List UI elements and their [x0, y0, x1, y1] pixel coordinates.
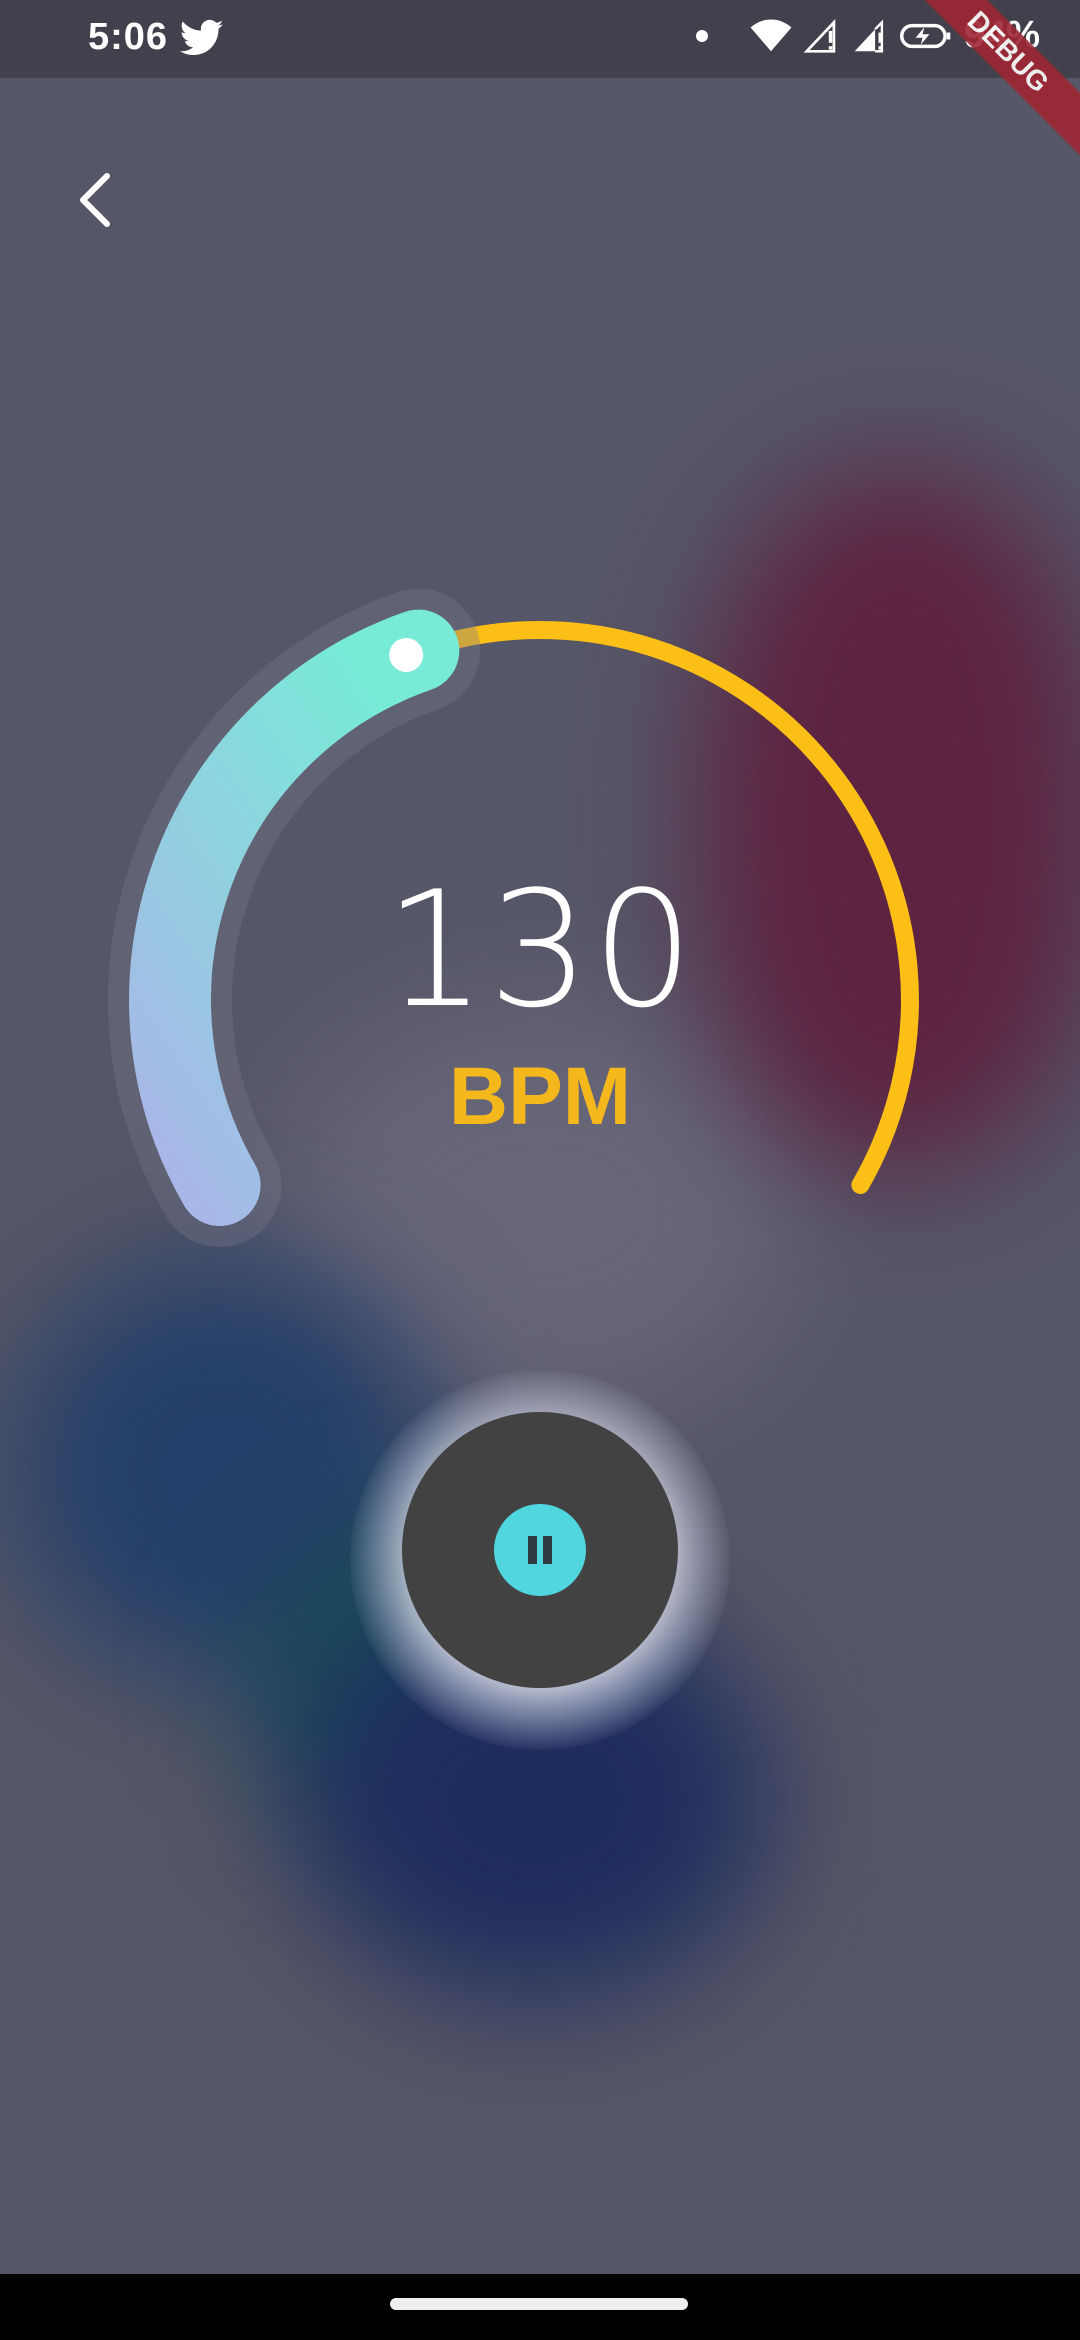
bpm-value: 130: [384, 856, 696, 1043]
tempo-dial[interactable]: [0, 0, 1080, 2340]
metronome-screen: 5:06 DEBUG 130 BPM: [0, 0, 1080, 2340]
home-indicator[interactable]: [390, 2298, 688, 2310]
pause-icon: [494, 1504, 586, 1596]
tempo-slider-knob[interactable]: [389, 638, 424, 672]
pause-button[interactable]: [402, 1412, 678, 1688]
bpm-unit-label: BPM: [448, 1051, 632, 1142]
